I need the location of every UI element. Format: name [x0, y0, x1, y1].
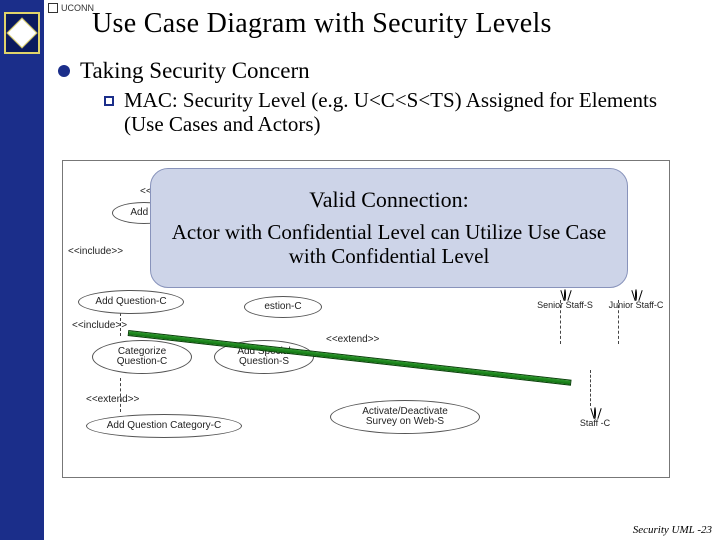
bullet-main-text: Taking Security Concern — [80, 58, 310, 84]
stick-figure-icon — [606, 290, 666, 300]
callout-box: Valid Connection: Actor with Confidentia… — [150, 168, 628, 288]
left-accent-band — [0, 0, 44, 540]
callout-body: Actor with Confidential Level can Utiliz… — [169, 221, 609, 268]
stereotype-extend: <<extend>> — [86, 394, 139, 405]
actor-label: Senior Staff-S — [537, 300, 593, 310]
square-bullet-icon — [104, 96, 114, 106]
stereotype-include: <<include>> — [68, 246, 123, 257]
actor-senior-staff: Senior Staff-S — [532, 290, 598, 310]
usecase-activate: Activate/Deactivate Survey on Web-S — [330, 400, 480, 434]
shield-icon — [48, 3, 58, 13]
bullet-row-2: MAC: Security Level (e.g. U<C<S<TS) Assi… — [104, 88, 684, 136]
bullet-sub-text: MAC: Security Level (e.g. U<C<S<TS) Assi… — [124, 88, 684, 136]
actor-label: Staff -C — [580, 418, 610, 428]
slide-title: Use Case Diagram with Security Levels — [92, 8, 552, 40]
usecase-categorize: Categorize Question-C — [92, 340, 192, 374]
usecase-add-question-c: Add Question-C — [78, 290, 184, 314]
brand-text: UCONN — [61, 3, 94, 13]
actor-staff: Staff -C — [570, 408, 620, 428]
bullet-row-1: Taking Security Concern — [58, 58, 310, 84]
logo-diamond-icon — [6, 17, 37, 48]
usecase-add-category: Add Question Category-C — [86, 414, 242, 438]
callout-heading: Valid Connection: — [309, 187, 468, 213]
stereotype-include: <<include>> — [72, 320, 127, 331]
connector — [590, 370, 591, 406]
uconn-logo — [4, 12, 40, 54]
slide-footer: Security UML -23 — [633, 524, 712, 536]
usecase-question-c: estion-C — [244, 296, 322, 318]
disc-bullet-icon — [58, 65, 70, 77]
stick-figure-icon — [570, 408, 620, 418]
stick-figure-icon — [532, 290, 598, 300]
actor-label: Junior Staff-C — [609, 300, 664, 310]
actor-junior-staff: Junior Staff-C — [606, 290, 666, 310]
stereotype-extend: <<extend>> — [326, 334, 379, 345]
